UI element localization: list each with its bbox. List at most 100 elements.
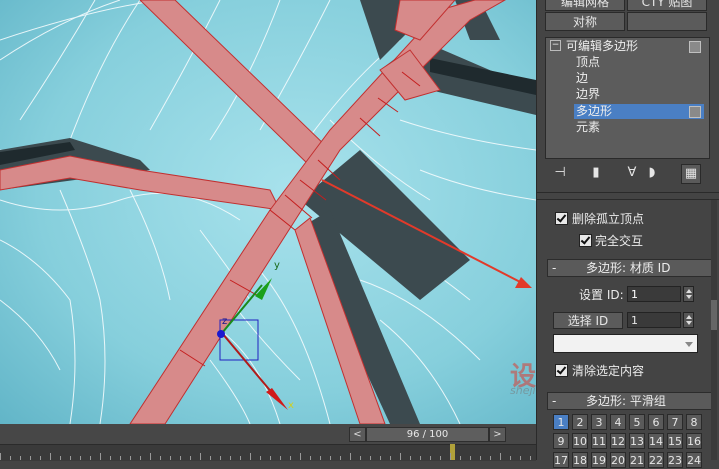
stack-item-border[interactable]: 边界 xyxy=(576,87,600,102)
smoothing-group-button[interactable]: 12 xyxy=(610,433,626,449)
timeline-tick xyxy=(200,453,201,460)
stack-root-editable-poly[interactable]: 可编辑多边形 xyxy=(566,39,638,54)
smoothing-group-button[interactable]: 2 xyxy=(572,414,588,430)
smoothing-group-button[interactable]: 22 xyxy=(648,452,664,468)
timeline-tick xyxy=(230,456,231,460)
smoothing-group-button[interactable]: 18 xyxy=(572,452,588,468)
timeline-tick xyxy=(390,456,391,460)
smoothing-group-button[interactable]: 24 xyxy=(686,452,702,468)
timeline-tick xyxy=(60,456,61,460)
smoothing-group-button[interactable]: 17 xyxy=(553,452,569,468)
material-id-rollout-title: 多边形: 材质 ID xyxy=(586,261,671,275)
timeline-tick xyxy=(470,456,471,460)
gizmo-label-x: x xyxy=(288,400,294,411)
timeline-tick xyxy=(300,453,301,460)
timeline-tick xyxy=(330,456,331,460)
set-id-input[interactable]: 1 xyxy=(627,286,681,302)
timeline-tick xyxy=(360,456,361,460)
select-id-button[interactable]: 选择 ID xyxy=(553,312,623,329)
timeline-tick xyxy=(70,456,71,460)
smoothing-group-button[interactable]: 5 xyxy=(629,414,645,430)
smoothing-group-button[interactable]: 21 xyxy=(629,452,645,468)
timeline-tick xyxy=(10,456,11,460)
panel-scrollbar[interactable] xyxy=(711,200,717,460)
stack-item-element[interactable]: 元素 xyxy=(576,120,600,135)
stack-item-polygon-visibility[interactable] xyxy=(689,106,701,118)
smoothing-group-button[interactable]: 19 xyxy=(591,452,607,468)
timeline-tick xyxy=(40,456,41,460)
pin-stack-icon[interactable]: ⊣ xyxy=(551,164,569,182)
timeline-tick xyxy=(320,456,321,460)
modifier-stack[interactable]: − 可编辑多边形 顶点 边 边界 多边形 元素 xyxy=(545,37,710,159)
smoothing-group-button[interactable]: 7 xyxy=(667,414,683,430)
smoothing-group-button[interactable]: 13 xyxy=(629,433,645,449)
timeline-tick xyxy=(440,456,441,460)
timeline-tick xyxy=(220,456,221,460)
timeline-tick xyxy=(410,456,411,460)
stack-item-edge[interactable]: 边 xyxy=(576,71,588,86)
remove-modifier-icon[interactable]: ◗ xyxy=(643,164,661,182)
smoothing-group-button[interactable]: 8 xyxy=(686,414,702,430)
edit-mesh-button[interactable]: 编辑网格 xyxy=(545,0,625,11)
timeline-tick xyxy=(270,456,271,460)
gizmo-label-y: y xyxy=(274,260,280,271)
timeline-tick xyxy=(50,453,51,460)
timeline-tick xyxy=(140,456,141,460)
timeline-tick xyxy=(430,456,431,460)
chevron-down-icon xyxy=(685,342,693,347)
timeline-prev-button[interactable]: < xyxy=(349,427,366,442)
timeline-tick xyxy=(110,456,111,460)
smoothing-group-button[interactable]: 3 xyxy=(591,414,607,430)
delete-isolated-checkbox[interactable] xyxy=(555,212,568,225)
timeline-tick xyxy=(350,453,351,460)
select-id-spinner[interactable] xyxy=(683,312,694,328)
set-id-spinner[interactable] xyxy=(683,286,694,302)
timeline-tick xyxy=(290,456,291,460)
timeline-tick xyxy=(80,456,81,460)
smoothing-group-button[interactable]: 14 xyxy=(648,433,664,449)
empty-modifier-button[interactable] xyxy=(627,12,707,31)
cty-map-button[interactable]: CTY 贴图 xyxy=(627,0,707,11)
smoothing-rollout-header[interactable]: - 多边形: 平滑组 xyxy=(547,392,713,410)
smoothing-group-button[interactable]: 6 xyxy=(648,414,664,430)
collapse-toggle[interactable]: − xyxy=(550,40,561,51)
timeline-tick xyxy=(510,456,511,460)
panel-scroll-thumb[interactable] xyxy=(711,300,717,330)
smoothing-group-button[interactable]: 11 xyxy=(591,433,607,449)
show-end-result-icon[interactable]: ▮ xyxy=(587,164,605,182)
frame-counter[interactable]: 96 / 100 xyxy=(366,427,489,442)
timeline[interactable]: < 96 / 100 > xyxy=(0,424,536,461)
stack-item-vertex[interactable]: 顶点 xyxy=(576,55,600,70)
material-id-rollout-header[interactable]: - 多边形: 材质 ID xyxy=(547,259,713,277)
smoothing-group-button[interactable]: 16 xyxy=(686,433,702,449)
make-unique-icon[interactable]: ∀ xyxy=(623,164,641,182)
timeline-tick xyxy=(100,453,101,460)
smoothing-group-button[interactable]: 15 xyxy=(667,433,683,449)
configure-sets-icon[interactable]: ▦ xyxy=(681,164,701,184)
timeline-tick xyxy=(130,456,131,460)
viewport[interactable]: y z x xyxy=(0,0,536,424)
gizmo-label-z: z xyxy=(222,316,227,327)
smoothing-group-button[interactable]: 4 xyxy=(610,414,626,430)
smoothing-group-button[interactable]: 10 xyxy=(572,433,588,449)
clear-selection-checkbox[interactable] xyxy=(555,364,568,377)
stack-root-visibility[interactable] xyxy=(689,41,701,53)
timeline-tick xyxy=(120,456,121,460)
timeline-tick xyxy=(150,453,151,460)
symmetry-button[interactable]: 对称 xyxy=(545,12,625,31)
stack-item-polygon[interactable]: 多边形 xyxy=(576,104,612,119)
timeline-tick xyxy=(30,456,31,460)
smoothing-group-button[interactable]: 23 xyxy=(667,452,683,468)
full-interact-checkbox[interactable] xyxy=(579,234,592,247)
timeline-tick xyxy=(20,456,21,460)
timeline-next-button[interactable]: > xyxy=(489,427,506,442)
timeline-tick xyxy=(460,456,461,460)
clear-selection-label: 清除选定内容 xyxy=(572,364,645,378)
timeline-tick xyxy=(170,456,171,460)
smoothing-group-button[interactable]: 9 xyxy=(553,433,569,449)
select-id-input[interactable]: 1 xyxy=(627,312,681,328)
smoothing-group-button[interactable]: 20 xyxy=(610,452,626,468)
timeline-tick xyxy=(530,456,531,460)
smoothing-group-button[interactable]: 1 xyxy=(553,414,569,430)
material-name-dropdown[interactable] xyxy=(553,334,698,353)
